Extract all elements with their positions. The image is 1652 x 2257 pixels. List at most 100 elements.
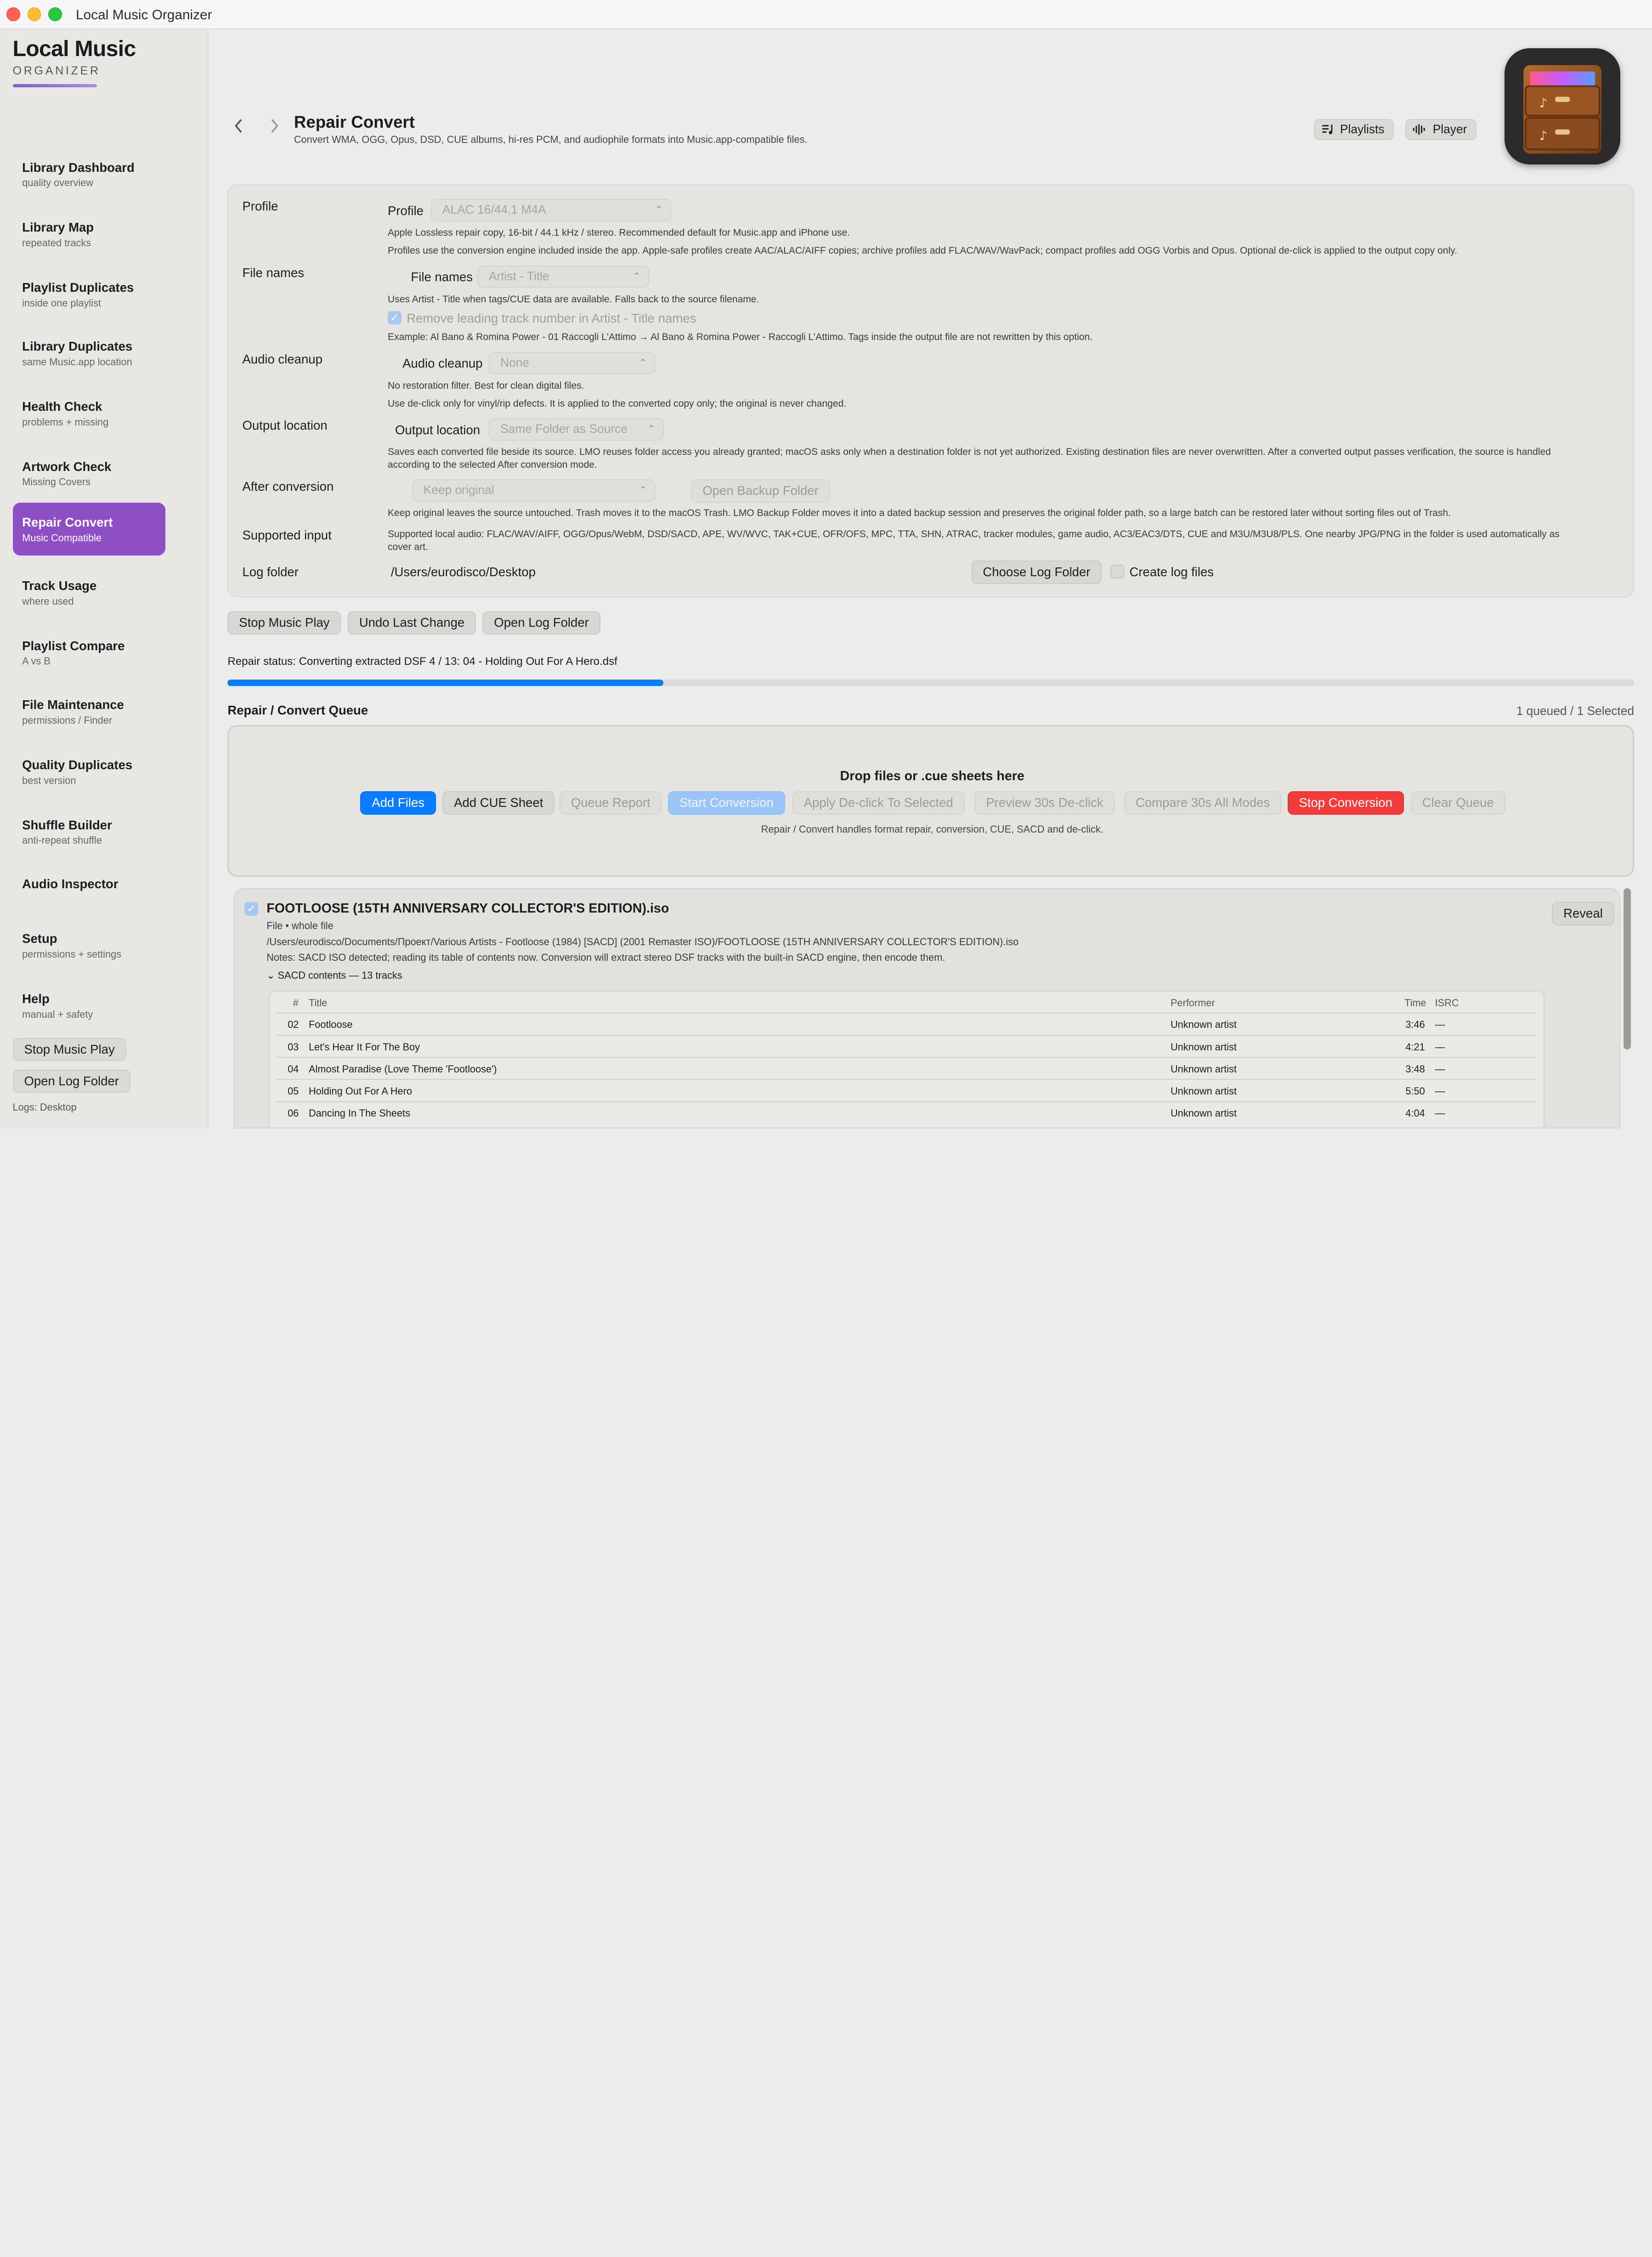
choose-log-folder-button[interactable]: Choose Log Folder [971, 561, 1102, 584]
table-row[interactable]: 03 Let's Hear It For The Boy Unknown artis… [276, 1035, 1536, 1057]
sidebar-item-help[interactable]: Help manual + safety [13, 982, 166, 1035]
title-bar: Local Music Organizer [0, 0, 1652, 30]
back-chevron-icon[interactable] [234, 118, 244, 137]
add-files-button[interactable]: Add Files [360, 791, 436, 815]
reveal-button[interactable]: Reveal [1552, 902, 1614, 925]
add-cue-sheet-button[interactable]: Add CUE Sheet [442, 791, 555, 815]
queue-item-checkbox[interactable]: ✓ [244, 902, 258, 916]
page-title: Repair Convert [294, 113, 415, 132]
sidebar-item-sublabel: inside one playlist [22, 297, 101, 309]
profile-help-2: Profiles use the conversion engine inclu… [387, 245, 1457, 256]
sidebar-item-sublabel: A vs B [22, 655, 51, 667]
sidebar-item-quality-duplicates[interactable]: Quality Duplicates best version [13, 748, 166, 801]
start-conversion-button[interactable]: Start Conversion [668, 791, 785, 815]
chevron-updown-icon: ⌃ [655, 204, 663, 215]
track-number: 06 [288, 1107, 299, 1119]
sidebar-item-label: Playlist Duplicates [22, 280, 134, 295]
open-backup-folder-button[interactable]: Open Backup Folder [691, 479, 830, 503]
sidebar-item-health-check[interactable]: Health Check problems + missing [13, 390, 166, 443]
sidebar-item-label: Library Map [22, 220, 94, 235]
profile-select[interactable]: ALAC 16/44.1 M4A ⌃ [431, 199, 671, 221]
track-performer: Unknown artist [1170, 1107, 1237, 1119]
sidebar-open-log-button[interactable]: Open Log Folder [12, 1069, 130, 1093]
sidebar-item-setup[interactable]: Setup permissions + settings [13, 922, 166, 975]
sidebar-item-file-maintenance[interactable]: File Maintenance permissions / Finder [13, 688, 166, 741]
remove-track-number-label: Remove leading track number in Artist - … [407, 311, 696, 325]
filenames-field-label: File names [411, 270, 473, 284]
undo-last-change-button[interactable]: Undo Last Change [347, 611, 476, 635]
clear-queue-button[interactable]: Clear Queue [1410, 791, 1505, 815]
sidebar-item-library-map[interactable]: Library Map repeated tracks [13, 211, 166, 264]
compare-all-modes-button[interactable]: Compare 30s All Modes [1124, 791, 1282, 815]
conversion-progress-bar [227, 680, 1635, 686]
queue-report-button[interactable]: Queue Report [559, 791, 662, 815]
sidebar-item-label: Library Duplicates [22, 339, 133, 354]
column-header-title: Title [308, 997, 328, 1009]
table-row[interactable]: 04 Almost Paradise (Love Theme 'Footloose… [276, 1057, 1536, 1079]
table-row[interactable]: 06 Dancing In The Sheets Unknown artist 4:0… [276, 1101, 1536, 1123]
sidebar-item-sublabel: where used [22, 595, 74, 607]
track-performer: Unknown artist [1170, 1019, 1237, 1031]
sidebar-item-playlist-duplicates[interactable]: Playlist Duplicates inside one playlist [13, 271, 166, 323]
track-title: Footloose [308, 1019, 353, 1031]
sidebar-item-sublabel: Missing Covers [22, 476, 91, 488]
track-isrc: — [1435, 1041, 1445, 1053]
sidebar-item-label: Artwork Check [22, 459, 112, 474]
sidebar-item-label: Track Usage [22, 578, 97, 593]
track-time: 5:50 [1405, 1085, 1425, 1097]
sidebar-item-sublabel: manual + safety [22, 1008, 93, 1020]
cleanup-help-2: Use de-click only for vinyl/rip defects.… [387, 398, 847, 409]
drop-zone-title: Drop files or .cue sheets here [840, 768, 1024, 783]
playlists-button[interactable]: Playlists [1313, 119, 1394, 140]
track-performer: Unknown artist [1170, 1041, 1237, 1053]
drop-zone-note: Repair / Convert handles format repair, … [761, 823, 1103, 835]
brand-subtitle: ORGANIZER [12, 64, 101, 77]
stop-music-play-button[interactable]: Stop Music Play [227, 611, 341, 635]
open-log-folder-button[interactable]: Open Log Folder [482, 611, 600, 635]
sidebar-item-artwork-check[interactable]: Artwork Check Missing Covers [13, 450, 166, 503]
sacd-contents-disclosure[interactable]: ⌄ SACD contents — 13 tracks [266, 970, 402, 981]
create-log-files-checkbox[interactable] [1110, 565, 1125, 579]
sidebar-item-audio-inspector[interactable]: Audio Inspector [13, 867, 166, 920]
repair-status: Repair status: Converting extracted DSF … [227, 655, 617, 668]
output-row-label: Output location [242, 418, 328, 433]
track-number: 03 [288, 1041, 299, 1053]
stop-conversion-button[interactable]: Stop Conversion [1287, 791, 1404, 815]
chevron-down-icon: ⌄ [266, 969, 278, 981]
sidebar-item-shuffle-builder[interactable]: Shuffle Builder anti-repeat shuffle [13, 808, 166, 861]
sidebar-item-library-duplicates[interactable]: Library Duplicates same Music.app locatio… [13, 330, 166, 383]
zoom-window-button[interactable] [48, 7, 62, 21]
sidebar-item-track-usage[interactable]: Track Usage where used [13, 569, 166, 622]
queue-scrollbar[interactable] [1624, 888, 1631, 1050]
track-title: Dancing In The Sheets [308, 1107, 410, 1119]
table-row[interactable]: 05 Holding Out For A Hero Unknown artist 5:… [276, 1079, 1536, 1101]
sidebar-item-label: Setup [22, 931, 57, 946]
sidebar-item-repair-convert[interactable]: Repair Convert Music Compatible [12, 502, 166, 556]
sidebar-item-label: Quality Duplicates [22, 757, 133, 772]
preview-declick-button[interactable]: Preview 30s De-click [974, 791, 1115, 815]
player-button[interactable]: Player [1405, 119, 1477, 140]
table-row[interactable]: 02 Footloose Unknown artist 3:46 — [276, 1012, 1536, 1035]
cleanup-select[interactable]: None ⌃ [489, 352, 656, 374]
svg-text:♪: ♪ [1539, 129, 1548, 143]
supported-help: Supported local audio: FLAC/WAV/AIFF, OG… [387, 528, 1560, 552]
sidebar-stop-music-button[interactable]: Stop Music Play [12, 1038, 126, 1061]
track-performer: Unknown artist [1170, 1063, 1237, 1075]
after-conversion-select[interactable]: Keep original ⌃ [412, 479, 656, 502]
remove-track-number-checkbox[interactable]: ✓ [387, 311, 402, 325]
apply-declick-button[interactable]: Apply De-click To Selected [792, 791, 965, 815]
minimize-window-button[interactable] [27, 7, 41, 21]
app-cabinet-icon: ♪ ♪ [1504, 48, 1621, 164]
filenames-select-value: Artist - Title [488, 269, 549, 283]
output-help: Saves each converted file beside its sou… [387, 447, 1551, 470]
sidebar-item-library-dashboard[interactable]: Library Dashboard quality overview [13, 151, 166, 204]
log-row-label: Log folder [242, 565, 299, 579]
forward-chevron-icon[interactable] [269, 118, 279, 137]
chevron-updown-icon: ⌃ [639, 357, 647, 368]
output-location-select[interactable]: Same Folder as Source ⌃ [489, 418, 664, 441]
close-window-button[interactable] [6, 7, 20, 21]
sidebar-item-label: Help [22, 992, 50, 1006]
column-header-performer: Performer [1170, 997, 1215, 1009]
filenames-select[interactable]: Artist - Title ⌃ [477, 265, 649, 288]
sidebar-item-playlist-compare[interactable]: Playlist Compare A vs B [13, 629, 166, 682]
